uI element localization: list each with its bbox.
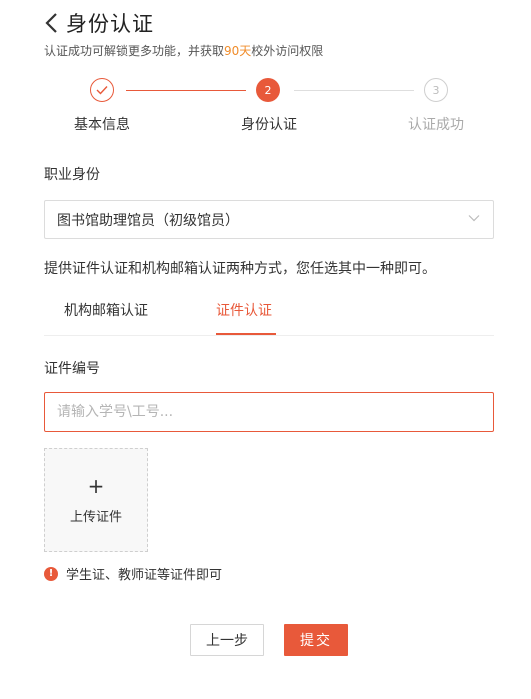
step-connector-done bbox=[126, 90, 246, 91]
previous-step-button[interactable]: 上一步 bbox=[190, 624, 264, 656]
tab-certificate[interactable]: 证件认证 bbox=[216, 300, 272, 320]
occupation-select[interactable]: 图书馆助理馆员（初级馆员） bbox=[44, 200, 494, 239]
step-1-label: 基本信息 bbox=[74, 117, 130, 133]
back-arrow-icon[interactable] bbox=[44, 10, 62, 36]
page-title: 身份认证 bbox=[66, 12, 154, 36]
subtitle-highlight: 90天 bbox=[224, 44, 252, 58]
submit-button[interactable]: 提交 bbox=[284, 624, 348, 656]
step-2-label: 身份认证 bbox=[241, 117, 297, 133]
step-connector-pending bbox=[294, 90, 414, 91]
page-subtitle: 认证成功可解锁更多功能，并获取90天校外访问权限 bbox=[44, 42, 323, 59]
subtitle-suffix: 校外访问权限 bbox=[251, 44, 324, 58]
plus-icon: + bbox=[87, 473, 105, 498]
step-2-indicator: 2 bbox=[256, 78, 280, 102]
chevron-down-icon bbox=[467, 211, 481, 225]
step-1-check-icon bbox=[90, 78, 114, 102]
id-number-label: 证件编号 bbox=[44, 361, 100, 377]
step-3-label: 认证成功 bbox=[408, 117, 464, 133]
upload-hint-text: 学生证、教师证等证件即可 bbox=[66, 568, 223, 583]
step-3-indicator: 3 bbox=[424, 78, 448, 102]
info-icon: ! bbox=[44, 566, 58, 581]
id-number-input[interactable] bbox=[44, 392, 494, 432]
subtitle-prefix: 认证成功可解锁更多功能，并获取 bbox=[44, 44, 225, 58]
occupation-label: 职业身份 bbox=[44, 167, 100, 183]
upload-hint: ! 学生证、教师证等证件即可 bbox=[44, 564, 222, 583]
active-tab-indicator bbox=[216, 333, 276, 335]
upload-certificate-button[interactable]: + 上传证件 bbox=[44, 448, 148, 552]
page-header: 身份认证 bbox=[44, 8, 154, 38]
occupation-selected-value: 图书馆助理馆员（初级馆员） bbox=[57, 212, 239, 229]
tab-institution-email[interactable]: 机构邮箱认证 bbox=[64, 300, 148, 320]
upload-label: 上传证件 bbox=[69, 509, 122, 525]
auth-method-description: 提供证件认证和机构邮箱认证两种方式，您任选其中一种即可。 bbox=[44, 261, 436, 277]
auth-method-tabs: 机构邮箱认证 证件认证 bbox=[44, 290, 494, 336]
progress-steps: 2 3 基本信息 身份认证 认证成功 bbox=[44, 76, 494, 136]
